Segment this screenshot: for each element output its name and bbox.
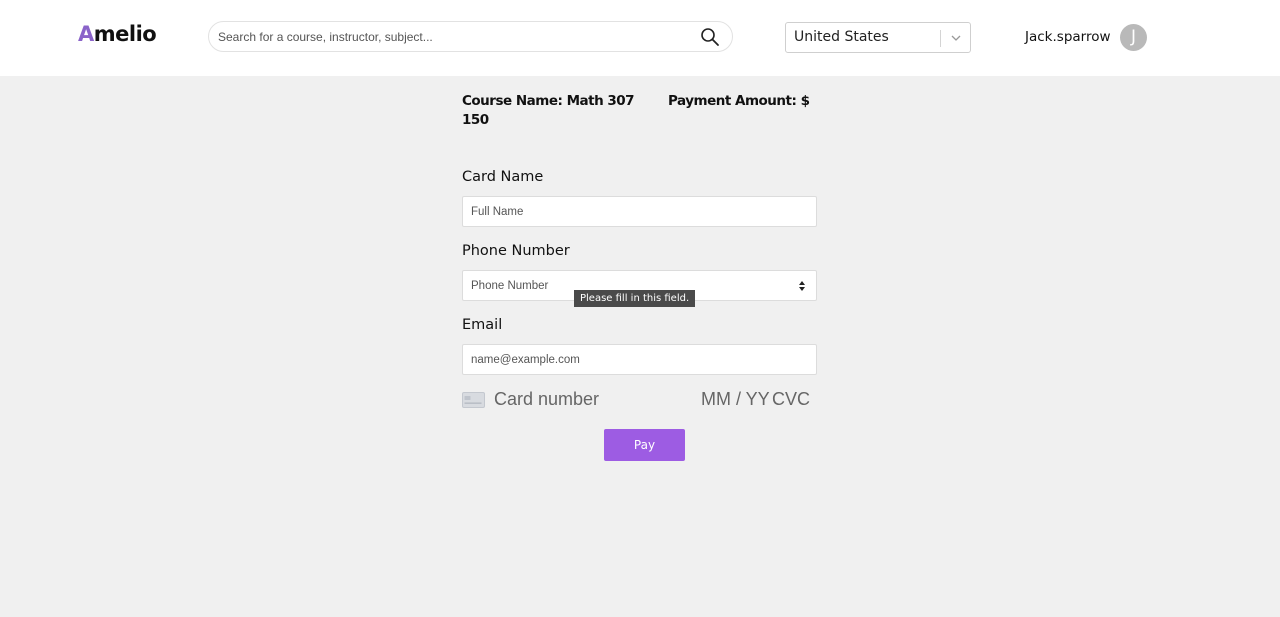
phone-number-label: Phone Number [462,243,570,259]
number-spinner-icon[interactable] [798,280,806,292]
search-icon[interactable] [699,26,721,48]
search-input[interactable] [218,27,688,47]
country-select[interactable]: United States [785,22,971,53]
username[interactable]: Jack.sparrow [1025,29,1111,45]
country-select-divider [940,30,941,47]
payment-amount: Payment Amount: $ [668,93,810,109]
email-label: Email [462,317,503,333]
logo-rest: melio [93,22,157,46]
chevron-down-icon[interactable] [949,31,963,45]
card-expiry-input[interactable]: MM / YY [701,389,770,410]
top-header: Amelio United States Jack.sparrow J [0,0,1280,76]
course-name: Course Name: Math 307 150 [462,93,635,128]
search-bar [208,21,733,52]
logo-first-letter: A [78,22,94,46]
credit-card-icon [462,392,485,408]
card-cvc-input[interactable]: CVC [772,389,810,410]
card-number-input[interactable]: Card number [494,389,599,410]
card-name-input[interactable] [471,202,791,222]
avatar[interactable]: J [1120,24,1147,51]
pay-button[interactable]: Pay [604,429,685,461]
validation-tooltip: Please fill in this field. [574,290,696,307]
country-select-value: United States [794,29,889,45]
card-name-field [462,196,817,227]
card-name-label: Card Name [462,169,544,185]
email-input[interactable] [471,350,791,370]
email-field [462,344,817,375]
amelio-logo[interactable]: Amelio [78,22,157,46]
